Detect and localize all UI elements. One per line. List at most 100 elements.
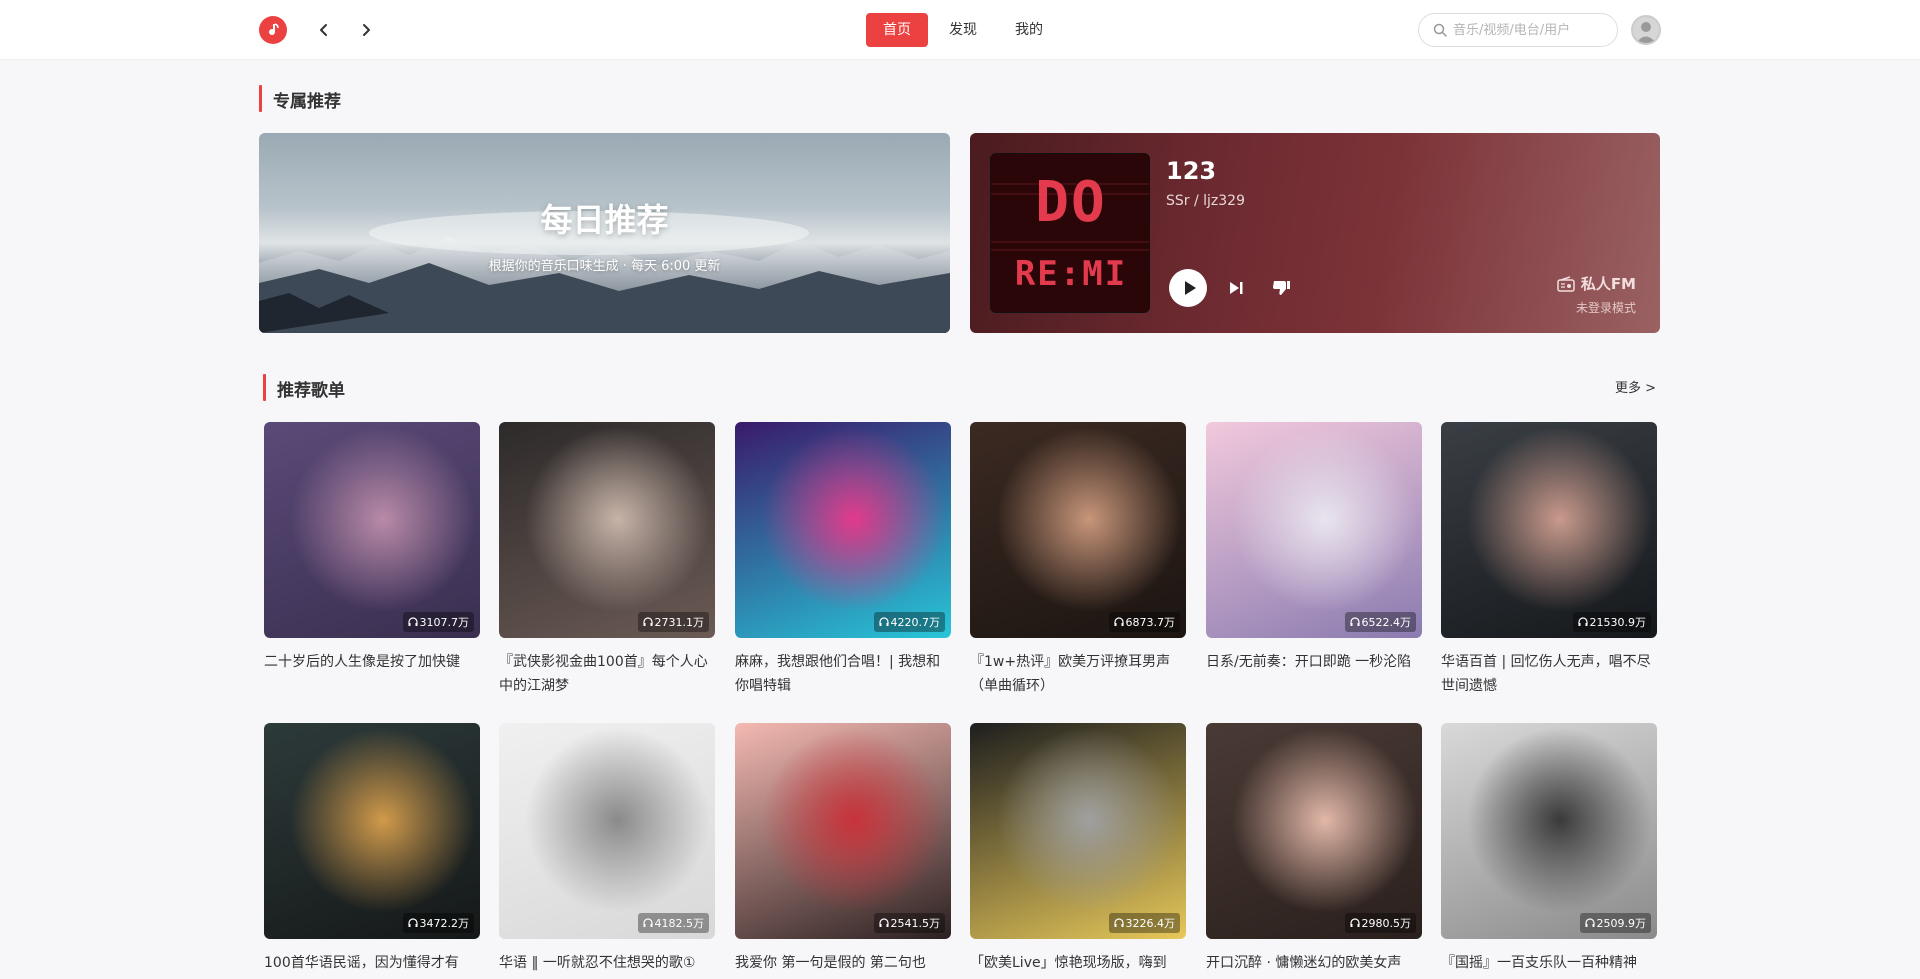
playlist-card[interactable]: 6873.7万『1w+热评』欧美万评撩耳男声（单曲循环） — [970, 422, 1186, 698]
playlist-cover[interactable]: 4220.7万 — [735, 422, 951, 638]
more-playlists-link[interactable]: 更多 > — [1615, 377, 1656, 396]
playlist-card[interactable]: 21530.9万华语百首 | 回忆伤人无声，唱不尽世间遗憾 — [1441, 422, 1657, 698]
headphones-icon — [1577, 617, 1588, 626]
play-count: 2509.9万 — [1596, 917, 1647, 930]
personal-fm-card: DO RE:MI 123 SSr / ljz329 私人FM 未登录模式 — [970, 133, 1660, 333]
playlist-cover[interactable]: 3107.7万 — [264, 422, 480, 638]
headphones-icon — [407, 617, 418, 626]
play-icon — [1184, 281, 1196, 295]
headphones-icon — [1584, 918, 1595, 927]
top-bar: 首页 发现 我的 — [0, 0, 1920, 60]
playlist-cover[interactable]: 6873.7万 — [970, 422, 1186, 638]
playlist-card[interactable]: 3472.2万 100首华语民谣，因为懂得才有 — [264, 723, 480, 979]
daily-recommend-title: 每日推荐 — [540, 201, 669, 239]
fm-song-title: 123 — [1166, 157, 1217, 185]
thumbs-down-icon — [1273, 281, 1290, 295]
headphones-icon — [1349, 617, 1360, 626]
tab-mine[interactable]: 我的 — [998, 13, 1060, 47]
play-count: 6522.4万 — [1361, 616, 1412, 629]
play-count-badge: 6873.7万 — [1108, 612, 1180, 632]
play-count-badge: 2980.5万 — [1344, 913, 1416, 933]
tab-home[interactable]: 首页 — [866, 13, 928, 47]
user-icon — [1636, 22, 1656, 43]
fm-mode-text: 未登录模式 — [1575, 301, 1636, 315]
playlist-cover[interactable]: 2980.5万 — [1206, 723, 1422, 939]
playlist-cover[interactable]: 2731.1万 — [499, 422, 715, 638]
play-count: 4220.7万 — [890, 616, 941, 629]
headphones-icon — [878, 617, 889, 626]
daily-recommend-subtitle: 根据你的音乐口味生成 · 每天 6:00 更新 — [488, 259, 721, 274]
fm-play-button[interactable] — [1169, 269, 1207, 307]
daily-recommend-card[interactable]: 每日推荐 根据你的音乐口味生成 · 每天 6:00 更新 — [259, 133, 950, 333]
play-count: 21530.9万 — [1589, 616, 1647, 629]
playlist-name[interactable]: 华语 ‖ 一听就忍不住想哭的歌① — [499, 951, 715, 979]
play-count-badge: 4220.7万 — [873, 612, 945, 632]
cover-text-top: DO — [1035, 170, 1107, 235]
playlist-name[interactable]: 开口沉醉 · 慵懒迷幻的欧美女声 — [1206, 951, 1422, 979]
playlist-card[interactable]: 3226.4万「欧美Live」惊艳现场版，嗨到 — [970, 723, 1186, 979]
play-count: 6873.7万 — [1125, 616, 1176, 629]
playlist-name[interactable]: 『武侠影视金曲100首』每个人心中的江湖梦 — [499, 650, 715, 698]
headphones-icon — [642, 617, 653, 626]
playlist-cover[interactable]: 3226.4万 — [970, 723, 1186, 939]
playlist-name[interactable]: 我爱你 第一句是假的 第二句也 — [735, 951, 951, 979]
forward-button[interactable] — [354, 18, 378, 42]
playlist-name[interactable]: 『国摇』一百支乐队一百种精神 — [1441, 951, 1657, 979]
playlist-card[interactable]: 2731.1万『武侠影视金曲100首』每个人心中的江湖梦 — [499, 422, 715, 698]
section-title-playlists: 推荐歌单 — [263, 374, 345, 401]
playlist-card[interactable]: 4220.7万麻麻，我想跟他们合唱！| 我想和你唱特辑 — [735, 422, 951, 698]
play-count-badge: 3226.4万 — [1108, 913, 1180, 933]
headphones-icon — [407, 918, 418, 927]
play-count: 4182.5万 — [654, 917, 705, 930]
play-count: 3107.7万 — [419, 616, 470, 629]
playlist-card[interactable]: 2509.9万『国摇』一百支乐队一百种精神 — [1441, 723, 1657, 979]
playlist-name[interactable]: 二十岁后的人生像是按了加快键 — [264, 650, 480, 698]
playlist-card[interactable]: 2980.5万开口沉醉 · 慵懒迷幻的欧美女声 — [1206, 723, 1422, 979]
play-count-badge: 6522.4万 — [1344, 612, 1416, 632]
playlist-card[interactable]: 6522.4万日系/无前奏：开口即跪 一秒沦陷 — [1206, 422, 1422, 698]
section-title-exclusive: 专属推荐 — [259, 85, 341, 112]
search-icon — [1433, 23, 1447, 37]
headphones-icon — [1113, 918, 1124, 927]
playlist-card[interactable]: 2541.5万我爱你 第一句是假的 第二句也 — [735, 723, 951, 979]
play-count: 2541.5万 — [890, 917, 941, 930]
headphones-icon — [1349, 918, 1360, 927]
back-button[interactable] — [312, 18, 336, 42]
headphones-icon — [878, 918, 889, 927]
play-count-badge: 2541.5万 — [873, 913, 945, 933]
tab-discover[interactable]: 发现 — [932, 13, 994, 47]
playlist-cover[interactable]: 2541.5万 — [735, 723, 951, 939]
play-count-badge: 2509.9万 — [1579, 913, 1651, 933]
playlist-name[interactable]: 日系/无前奏：开口即跪 一秒沦陷 — [1206, 650, 1422, 698]
playlist-name[interactable]: 麻麻，我想跟他们合唱！| 我想和你唱特辑 — [735, 650, 951, 698]
play-count: 3472.2万 — [419, 917, 470, 930]
radio-icon — [1557, 275, 1575, 292]
fm-album-cover[interactable]: DO RE:MI — [990, 153, 1150, 313]
fm-label-text: 私人FM — [1580, 275, 1636, 293]
main-tabs: 首页 发现 我的 — [866, 13, 1060, 47]
play-count: 2731.1万 — [654, 616, 705, 629]
search-input[interactable] — [1453, 22, 1613, 38]
play-count: 3226.4万 — [1125, 917, 1176, 930]
fm-next-button[interactable] — [1225, 277, 1247, 299]
app-logo[interactable] — [259, 16, 287, 44]
fm-dislike-button[interactable] — [1270, 277, 1292, 299]
playlist-name[interactable]: 100首华语民谣，因为懂得才有 — [264, 951, 480, 979]
playlist-card[interactable]: 4182.5万华语 ‖ 一听就忍不住想哭的歌① — [499, 723, 715, 979]
playlist-cover[interactable]: 3472.2万 — [264, 723, 480, 939]
search-box[interactable] — [1418, 13, 1618, 47]
playlist-cover[interactable]: 21530.9万 — [1441, 422, 1657, 638]
chevron-right-icon — [363, 24, 370, 36]
user-avatar[interactable] — [1631, 15, 1661, 45]
playlist-name[interactable]: 华语百首 | 回忆伤人无声，唱不尽世间遗憾 — [1441, 650, 1657, 698]
playlist-cover[interactable]: 4182.5万 — [499, 723, 715, 939]
play-count-badge: 2731.1万 — [637, 612, 709, 632]
playlist-cover[interactable]: 6522.4万 — [1206, 422, 1422, 638]
playlist-card[interactable]: 3107.7万二十岁后的人生像是按了加快键 — [264, 422, 480, 698]
music-note-icon — [269, 23, 279, 36]
playlist-name[interactable]: 「欧美Live」惊艳现场版，嗨到 — [970, 951, 1186, 979]
playlist-name[interactable]: 『1w+热评』欧美万评撩耳男声（单曲循环） — [970, 650, 1186, 698]
headphones-icon — [1113, 617, 1124, 626]
chevron-left-icon — [320, 24, 327, 36]
playlist-cover[interactable]: 2509.9万 — [1441, 723, 1657, 939]
